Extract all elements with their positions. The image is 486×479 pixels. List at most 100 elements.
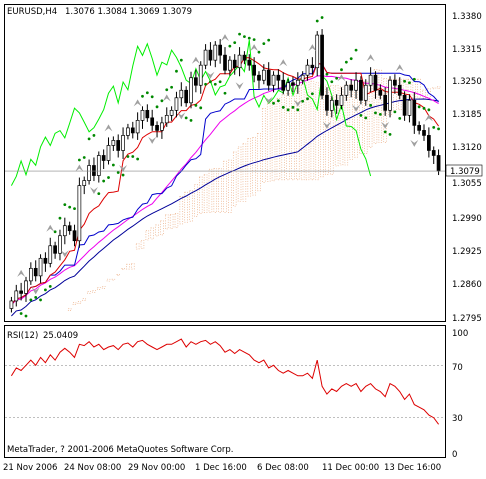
candle-up — [140, 109, 145, 121]
candle-up — [237, 54, 242, 69]
candle-up — [300, 74, 305, 81]
parabolic-sar-dot — [136, 157, 140, 161]
candle-down — [33, 267, 38, 277]
parabolic-sar-dot — [204, 82, 207, 86]
parabolic-sar-dot — [437, 127, 440, 131]
parabolic-sar-dot — [257, 50, 261, 54]
parabolic-sar-dot — [310, 92, 314, 96]
parabolic-sar-dot — [68, 205, 72, 209]
candle-up — [388, 79, 392, 111]
candle-up — [228, 59, 232, 71]
time-tick: 11 Dec 00:00 — [322, 463, 379, 473]
candle-up — [126, 127, 130, 136]
candle-down — [130, 127, 135, 134]
parabolic-sar-dot — [267, 38, 271, 42]
candle-down — [232, 59, 237, 69]
parabolic-sar-dot — [354, 48, 358, 52]
candle-down — [116, 140, 121, 151]
candle-down — [281, 79, 286, 91]
candle-up — [121, 135, 125, 151]
candle-down — [67, 225, 72, 232]
parabolic-sar-dot — [417, 105, 421, 109]
parabolic-sar-dot — [141, 94, 144, 98]
parabolic-sar-dot — [155, 105, 159, 109]
candle-up — [407, 99, 412, 116]
current-price-label: 1.3079 — [450, 167, 480, 177]
candle-up — [164, 114, 169, 124]
parabolic-sar-dot — [189, 118, 193, 122]
price-tick: 1.2990 — [452, 214, 482, 224]
candle-down — [402, 94, 407, 116]
parabolic-sar-dot — [378, 112, 382, 116]
parabolic-sar-dot — [92, 134, 96, 137]
candle-up — [160, 122, 164, 131]
time-tick: 13 Dec 16:00 — [384, 463, 441, 473]
parabolic-sar-dot — [335, 76, 339, 80]
candle-up — [106, 145, 111, 161]
parabolic-sar-dot — [223, 91, 227, 95]
parabolic-sar-dot — [213, 82, 217, 86]
candle-up — [354, 79, 358, 91]
candle-down — [291, 82, 295, 86]
time-tick: 1 Dec 16:00 — [195, 463, 247, 473]
candle-up — [203, 49, 208, 66]
parabolic-sar-dot — [53, 230, 57, 234]
parabolic-sar-dot — [427, 108, 431, 112]
candle-up — [363, 84, 368, 101]
candle-down — [223, 54, 227, 71]
candle-up — [111, 140, 116, 146]
parabolic-sar-dot — [432, 125, 436, 129]
candle-down — [266, 69, 271, 86]
candle-down — [427, 135, 431, 151]
parabolic-sar-dot — [126, 155, 130, 158]
candle-down — [252, 64, 256, 76]
parabolic-sar-dot — [218, 80, 222, 84]
parabolic-sar-dot — [228, 44, 232, 48]
candle-down — [242, 54, 247, 61]
candle-down — [72, 230, 77, 242]
parabolic-sar-dot — [374, 111, 377, 115]
parabolic-sar-dot — [150, 95, 154, 99]
candle-up — [77, 185, 82, 242]
parabolic-sar-dot — [116, 171, 120, 174]
candle-up — [24, 280, 28, 294]
price-tick: 1.3185 — [452, 110, 482, 120]
candle-down — [431, 150, 436, 156]
parabolic-sar-dot — [286, 108, 290, 112]
parabolic-sar-dot — [97, 192, 101, 195]
candle-up — [329, 99, 334, 111]
parabolic-sar-dot — [73, 207, 76, 211]
price-tick: 1.3120 — [452, 143, 482, 153]
parabolic-sar-dot — [58, 216, 62, 220]
candle-down — [155, 125, 159, 131]
candle-up — [261, 69, 266, 81]
candle-up — [368, 74, 373, 86]
candle-down — [436, 155, 441, 172]
candle-down — [218, 44, 222, 56]
rsi-tick: 100 — [452, 329, 468, 339]
price-tick: 1.3250 — [452, 77, 482, 87]
rsi-tick: 70 — [452, 363, 463, 373]
parabolic-sar-dot — [412, 77, 416, 81]
parabolic-sar-dot — [102, 179, 106, 183]
candle-up — [48, 245, 53, 264]
parabolic-sar-dot — [320, 16, 324, 19]
price-tick: 1.3380 — [452, 12, 482, 22]
candle-down — [325, 94, 329, 111]
parabolic-sar-dot — [325, 72, 329, 76]
candle-down — [247, 59, 252, 66]
parabolic-sar-dot — [199, 106, 203, 110]
candle-up — [305, 64, 310, 76]
time-tick: 29 Nov 00:00 — [128, 463, 185, 473]
price-chart[interactable]: EURUSD,H4 1.3076 1.3084 1.3069 1.3079 RS… — [0, 0, 486, 475]
candle-up — [174, 97, 179, 111]
time-tick: 21 Nov 2006 — [3, 463, 57, 473]
candle-down — [257, 74, 261, 81]
parabolic-sar-dot — [306, 97, 309, 101]
rsi-value: 25.0409 — [43, 331, 78, 341]
candle-down — [349, 84, 354, 91]
parabolic-sar-dot — [340, 68, 343, 72]
candle-down — [359, 79, 363, 101]
parabolic-sar-dot — [160, 99, 164, 103]
candle-down — [378, 89, 383, 96]
